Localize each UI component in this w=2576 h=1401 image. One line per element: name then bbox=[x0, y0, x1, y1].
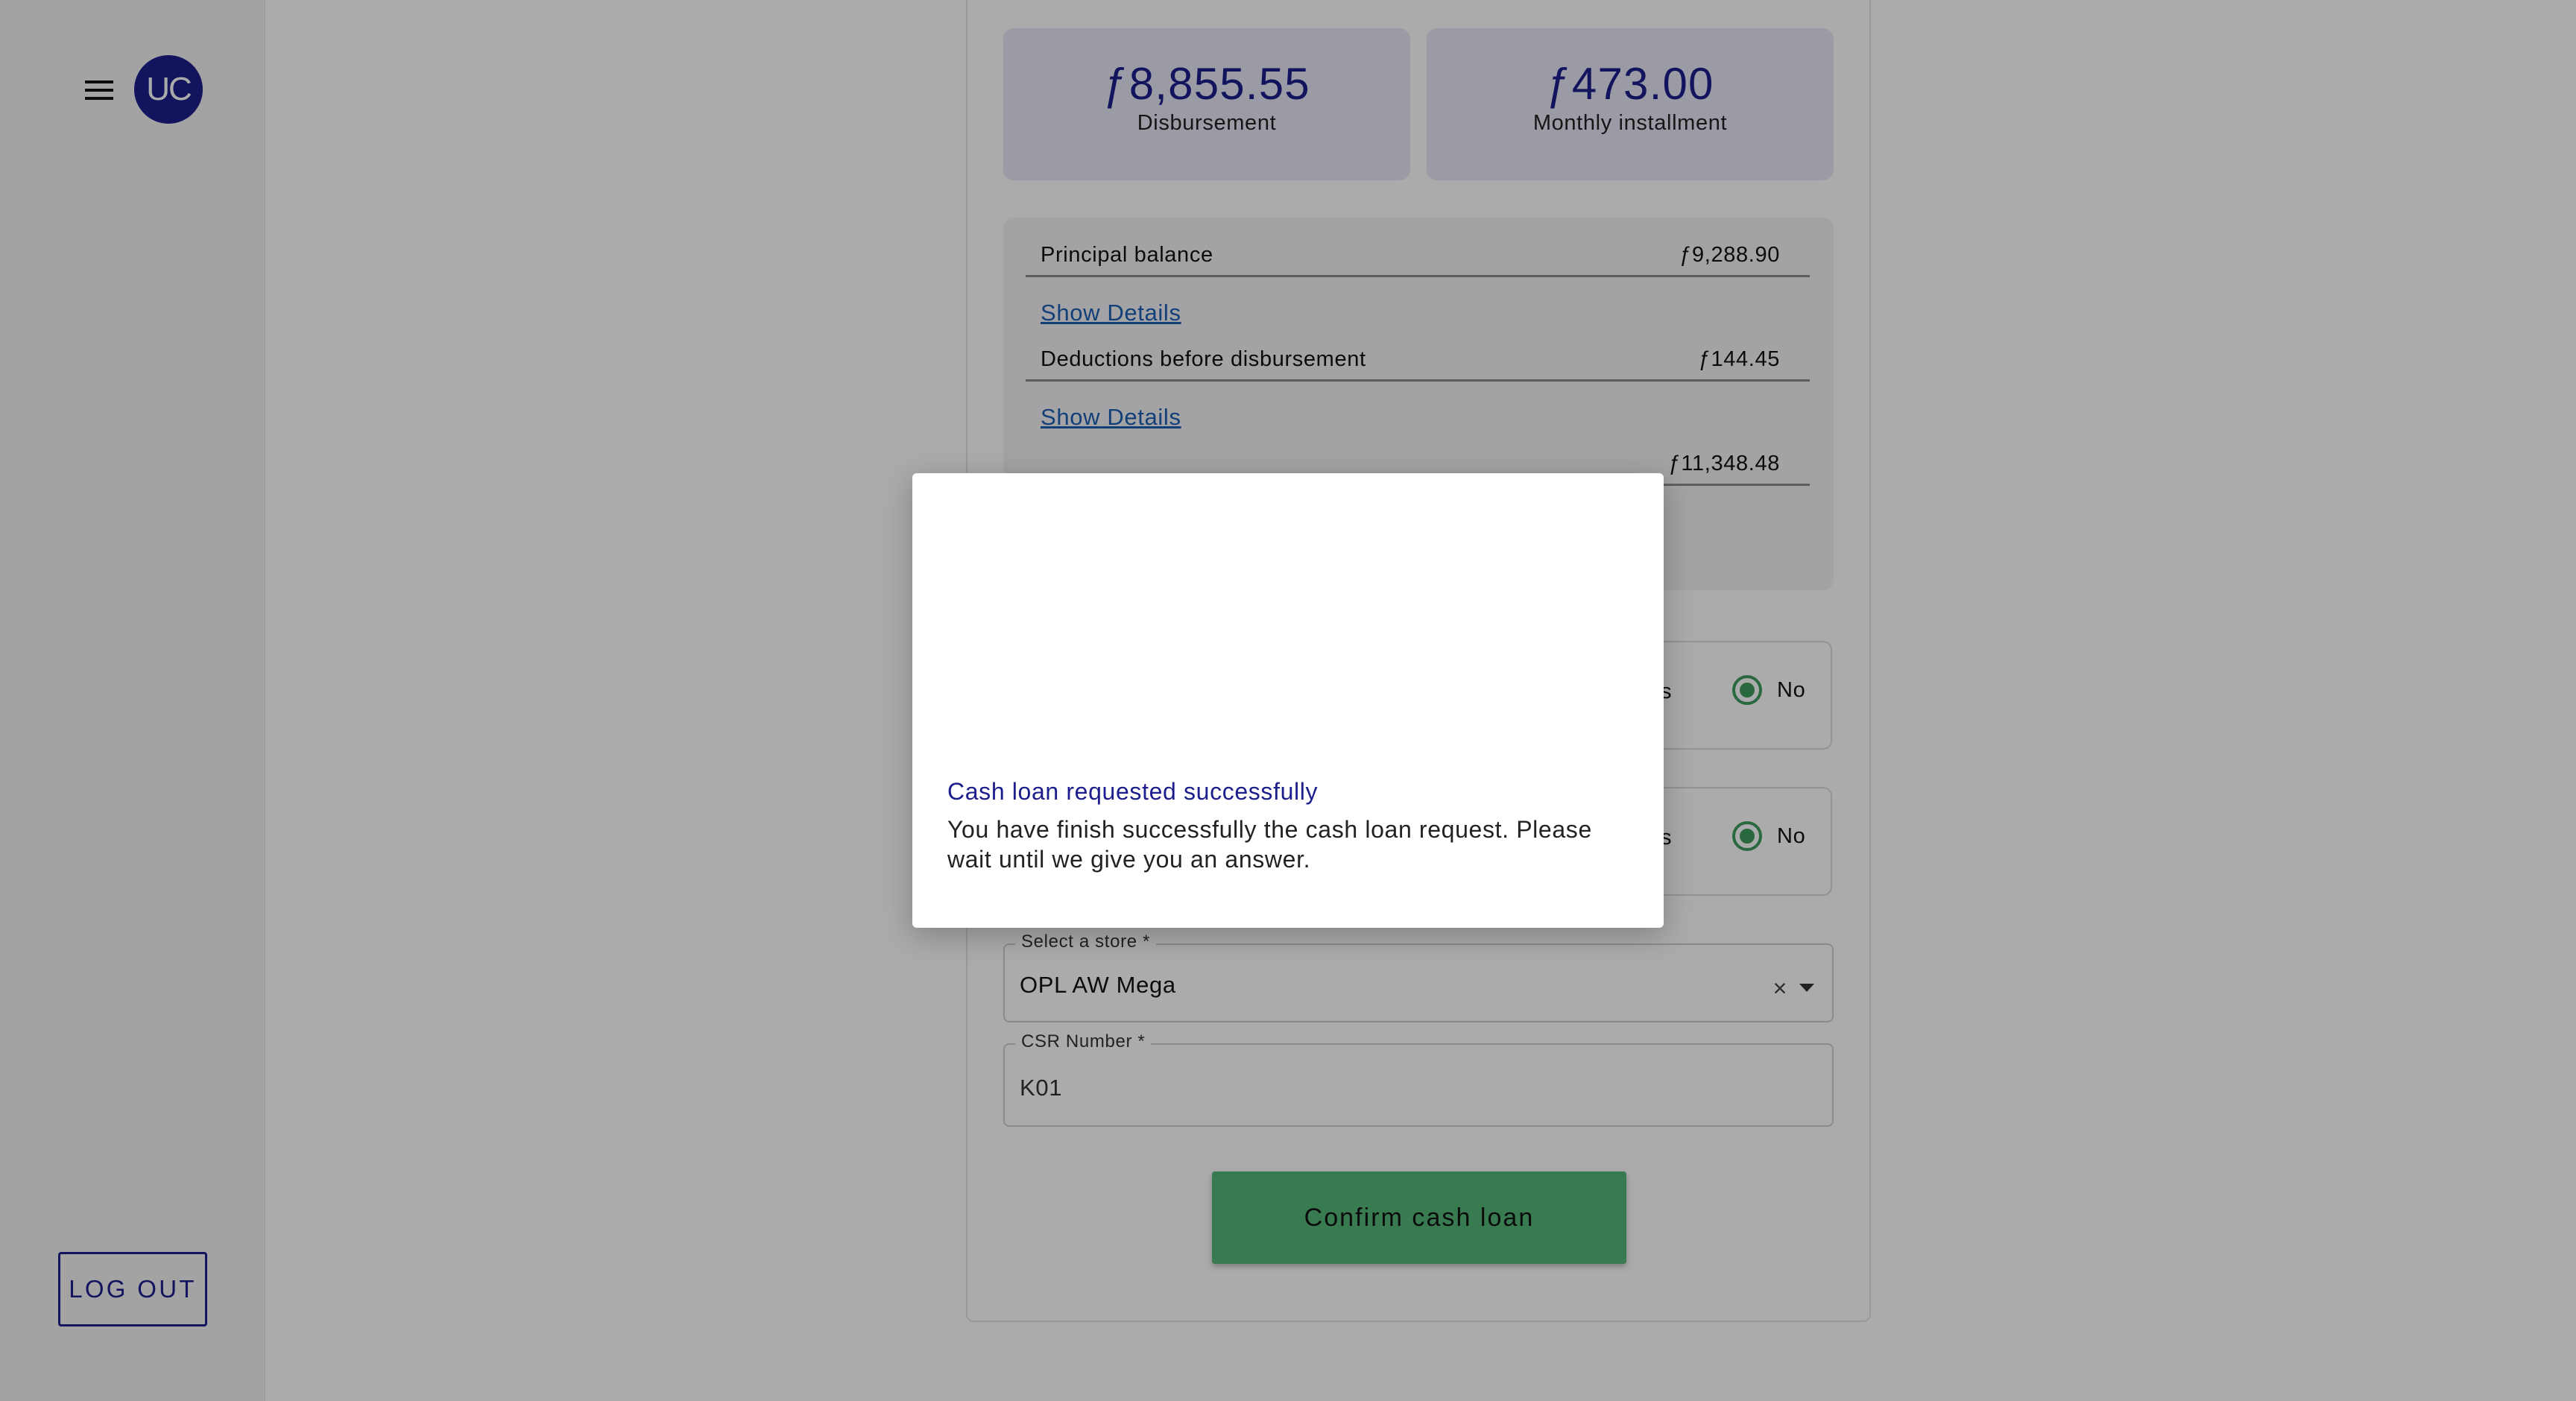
success-dialog: Cash loan requested successfully You hav… bbox=[912, 473, 1664, 928]
dialog-message: You have finish successfully the cash lo… bbox=[947, 816, 1592, 873]
dialog-title: Cash loan requested successfully bbox=[947, 778, 1319, 805]
app-root: UC LOG OUT ƒ8,855.55 Disbursement ƒ473.0… bbox=[0, 0, 2576, 1401]
